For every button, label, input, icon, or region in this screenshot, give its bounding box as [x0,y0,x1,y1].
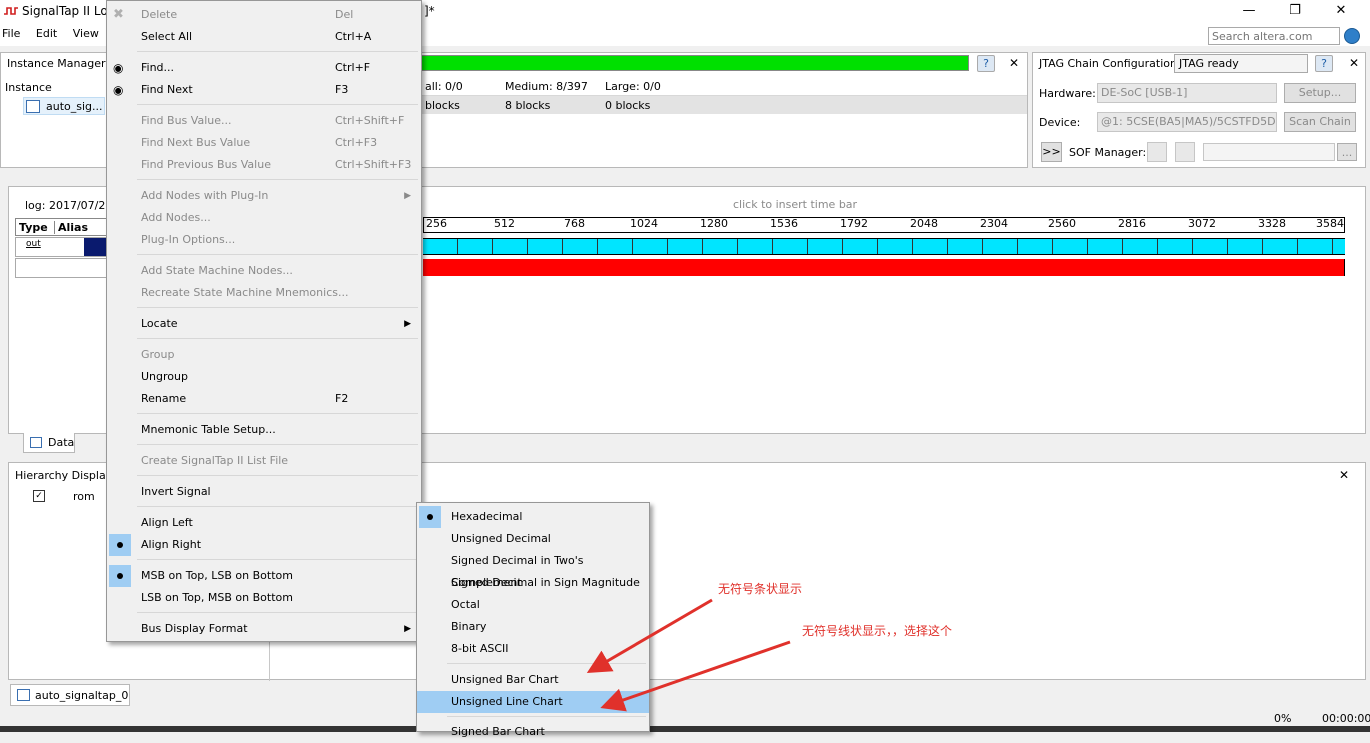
annotation-arrows [586,598,791,712]
annotation-arrow-bar [586,598,713,674]
annotation-arrow-line [600,640,791,712]
